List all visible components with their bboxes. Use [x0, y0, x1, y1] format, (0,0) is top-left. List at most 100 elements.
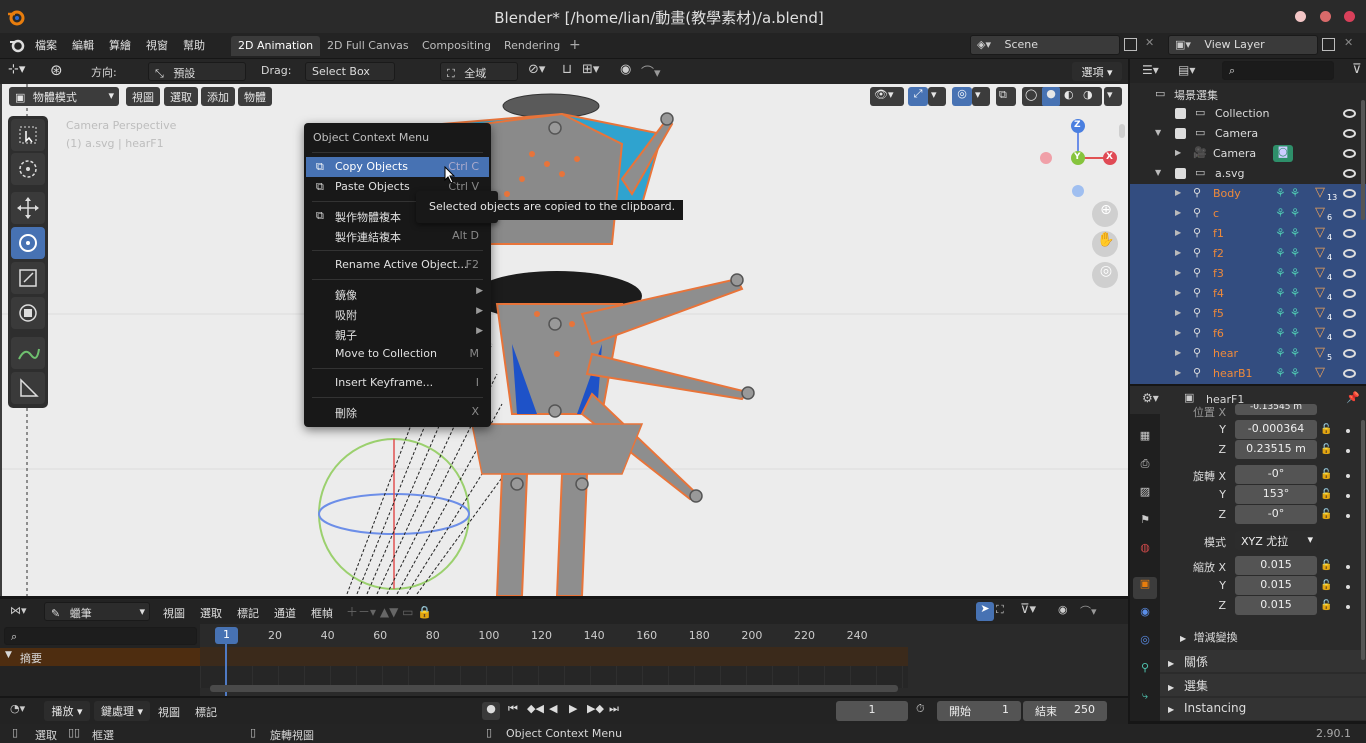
- menu-item-delete[interactable]: 刪除 X: [306, 402, 489, 422]
- mesh-data-icon[interactable]: ▽: [1315, 225, 1325, 240]
- layer-controls-icon[interactable]: ＋－▾ ▲▼ ▭ 🔒: [346, 603, 432, 620]
- display-mode-icon[interactable]: ▤▾: [1178, 63, 1195, 77]
- expand-icon[interactable]: ▶: [1175, 368, 1181, 377]
- proportional-icon[interactable]: ◉: [620, 62, 631, 77]
- keyframe-dot-icon[interactable]: [1346, 585, 1350, 589]
- summary-channel[interactable]: ▼ 摘要: [0, 648, 200, 666]
- maximize-button[interactable]: [1320, 11, 1331, 22]
- select-box-tool[interactable]: [11, 119, 45, 151]
- mesh-data-icon[interactable]: ▽: [1315, 205, 1325, 220]
- lock-icon[interactable]: 🔓: [1320, 509, 1334, 523]
- mesh-data-icon[interactable]: ▽: [1315, 325, 1325, 340]
- rotation-mode-dropdown[interactable]: XYZ 尤拉 ▾: [1235, 531, 1317, 550]
- mesh-data-icon[interactable]: ▽: [1315, 365, 1325, 380]
- armature-data-icon[interactable]: ⚘ ⚘: [1275, 246, 1300, 260]
- checkbox-icon[interactable]: [1175, 168, 1186, 179]
- expand-icon[interactable]: ▶: [1175, 208, 1181, 217]
- menu-view[interactable]: 視圖: [163, 605, 185, 621]
- panel-relations[interactable]: ▶ 關係: [1160, 650, 1366, 672]
- playback-menu[interactable]: 播放 ▾: [44, 701, 90, 721]
- play-reverse-icon[interactable]: ◀: [549, 702, 557, 715]
- keyframe-dot-icon[interactable]: [1346, 514, 1350, 518]
- menu-marker[interactable]: 標記: [237, 605, 259, 621]
- menu-frame[interactable]: 框幀: [311, 605, 333, 621]
- menu-item-parent[interactable]: 親子 ▶: [306, 324, 489, 344]
- collapse-icon[interactable]: ▼: [1155, 168, 1161, 177]
- lock-icon[interactable]: 🔓: [1320, 469, 1334, 483]
- constraint-tab-icon[interactable]: ⚲: [1133, 661, 1157, 683]
- eye-icon[interactable]: [1343, 229, 1356, 238]
- eye-icon[interactable]: [1343, 289, 1356, 298]
- rotation-x-field[interactable]: -0°: [1235, 465, 1317, 484]
- scale-y-field[interactable]: 0.015: [1235, 576, 1317, 595]
- rotate-tool[interactable]: [11, 227, 45, 259]
- expand-icon[interactable]: ▶: [1175, 268, 1181, 277]
- eye-icon[interactable]: [1343, 189, 1356, 198]
- menu-file[interactable]: 檔案: [35, 37, 57, 53]
- menu-item-mirror[interactable]: 鏡像 ▶: [306, 284, 489, 304]
- eye-icon[interactable]: [1343, 149, 1356, 158]
- expand-icon[interactable]: ▶: [1175, 228, 1181, 237]
- menu-item-duplicate-linked[interactable]: 製作連結複本 Alt D: [306, 226, 489, 246]
- outliner-row[interactable]: ▶ 🎥 Camera ◙: [1130, 144, 1366, 164]
- armature-data-icon[interactable]: ⚘ ⚘: [1275, 306, 1300, 320]
- cursor-tool[interactable]: [11, 153, 45, 185]
- eye-icon[interactable]: [1343, 169, 1356, 178]
- outliner-row[interactable]: ▶ ⚲ f4 ⚘ ⚘ ▽ 4: [1130, 284, 1366, 304]
- overlay-dropdown-icon[interactable]: ▾: [972, 87, 990, 106]
- location-y-field[interactable]: -0.000364: [1235, 420, 1317, 439]
- lock-icon[interactable]: 🔓: [1320, 489, 1334, 503]
- transform-tool-icon[interactable]: ⊹▾: [8, 62, 25, 77]
- rotation-y-field[interactable]: 153°: [1235, 485, 1317, 504]
- outliner-row[interactable]: ▶ ⚲ f6 ⚘ ⚘ ▽ 4: [1130, 324, 1366, 344]
- outliner-root[interactable]: ▭ 場景選集: [1130, 84, 1366, 104]
- menu-channel[interactable]: 通道: [274, 605, 296, 621]
- keyframe-dot-icon[interactable]: [1346, 605, 1350, 609]
- outliner-scrollbar[interactable]: [1361, 100, 1365, 220]
- keyframe-dot-icon[interactable]: [1346, 449, 1350, 453]
- menu-view[interactable]: 視圖: [158, 704, 180, 720]
- location-x-field[interactable]: -0.13545 m: [1235, 404, 1317, 415]
- start-frame-field[interactable]: 開始 1: [937, 701, 1021, 721]
- pivot-dropdown[interactable]: ⛶ 全域: [440, 62, 518, 81]
- armature-data-icon[interactable]: ⚘ ⚘: [1275, 326, 1300, 340]
- keying-menu[interactable]: 鍵處理 ▾: [94, 701, 150, 721]
- xray-icon[interactable]: ⧉: [996, 87, 1016, 106]
- timeline-scrollbar[interactable]: [210, 685, 898, 692]
- shading-dropdown-icon[interactable]: ▾: [1104, 87, 1122, 106]
- eye-icon[interactable]: [1343, 369, 1356, 378]
- delta-transform-subpanel[interactable]: ▶ 增減變換: [1180, 629, 1238, 645]
- jump-start-icon[interactable]: ⏮: [508, 702, 518, 716]
- eye-icon[interactable]: [1343, 349, 1356, 358]
- orbit-icon[interactable]: ⊛: [50, 61, 63, 79]
- orientation-dropdown[interactable]: ⤡ 預設: [148, 62, 246, 81]
- keyframe-dot-icon[interactable]: [1346, 474, 1350, 478]
- dope-sheet-mode-dropdown[interactable]: ✎ 蠟筆 ▾: [44, 602, 150, 621]
- keyframe-dot-icon[interactable]: [1346, 565, 1350, 569]
- outliner-row[interactable]: ▭ Collection: [1130, 104, 1366, 124]
- tab-2d-animation[interactable]: 2D Animation: [231, 36, 321, 56]
- pan-hand-icon[interactable]: ✋: [1094, 232, 1118, 256]
- snap-icon[interactable]: ⊘▾: [528, 62, 545, 77]
- outliner-row[interactable]: ▼ ▭ Camera: [1130, 124, 1366, 144]
- mesh-data-icon[interactable]: ▽: [1315, 305, 1325, 320]
- add-workspace-icon[interactable]: +: [569, 37, 581, 53]
- armature-data-icon[interactable]: ⚘ ⚘: [1275, 186, 1300, 200]
- view-layer-close-icon[interactable]: ✕: [1344, 36, 1353, 49]
- menu-window[interactable]: 視窗: [146, 37, 168, 53]
- armature-data-icon[interactable]: ⚘ ⚘: [1275, 366, 1300, 380]
- properties-scrollbar[interactable]: [1361, 420, 1365, 660]
- overlay-toggle-icon[interactable]: ◎: [952, 87, 972, 106]
- properties-editor-type-icon[interactable]: ⚙▾: [1142, 391, 1159, 405]
- gizmo-toggle-icon[interactable]: ⤢: [908, 87, 928, 106]
- scale-x-field[interactable]: 0.015: [1235, 556, 1317, 575]
- expand-icon[interactable]: ▶: [1175, 308, 1181, 317]
- preview-range-icon[interactable]: ⏱: [916, 702, 925, 716]
- expand-icon[interactable]: ▶: [1175, 288, 1181, 297]
- outliner-row[interactable]: ▶ ⚲ hearB1 ⚘ ⚘ ▽: [1130, 364, 1366, 384]
- keyframe-dot-icon[interactable]: [1346, 494, 1350, 498]
- tab-rendering[interactable]: Rendering: [497, 36, 567, 56]
- filter-icon[interactable]: ⊽▾: [1020, 602, 1036, 617]
- mesh-data-icon[interactable]: ▽: [1315, 265, 1325, 280]
- view-layer-copy-icon[interactable]: [1322, 38, 1335, 51]
